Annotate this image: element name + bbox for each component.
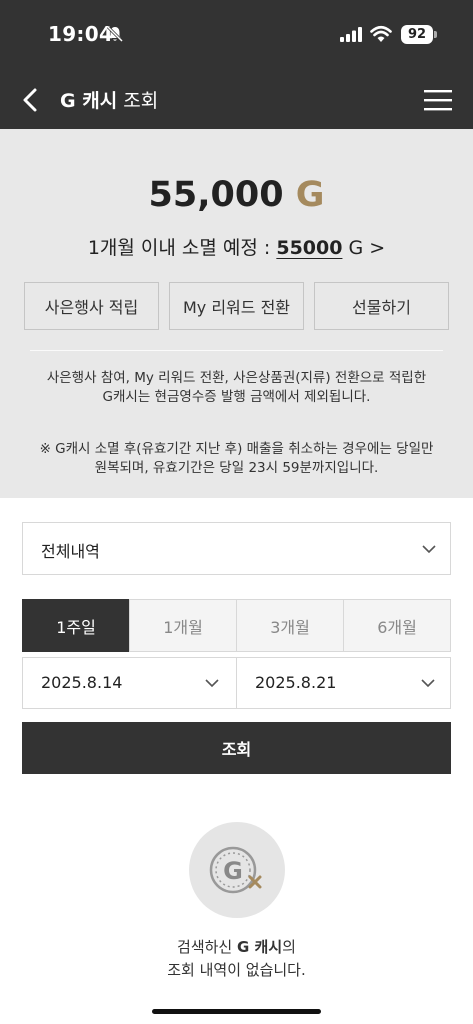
page-title-rest: 조회 [117,90,159,112]
search-button[interactable]: 조회 [22,722,451,774]
empty-line1-brand: G 캐시 [237,938,283,956]
svg-text:G: G [223,857,243,885]
wifi-icon [370,25,392,42]
expiry-notice: ※ G캐시 소멸 후(유효기간 지난 후) 매출을 취소하는 경우에는 당일만 … [39,441,434,476]
balance-amount: 55,000 [148,175,284,215]
period-tab-1week[interactable]: 1주일 [22,599,130,652]
period-tab-1month[interactable]: 1개월 [129,599,237,652]
status-bar: 19:04 92 [0,0,473,70]
empty-line1-suffix: 의 [282,938,296,956]
history-type-value: 전체내역 [41,542,100,561]
period-tab-3months[interactable]: 3개월 [236,599,344,652]
event-earn-button[interactable]: 사은행사 적립 [24,282,159,330]
balance-unit: G [295,175,325,215]
status-time: 19:04 [48,22,114,46]
empty-line2: 조회 내역이 없습니다. [167,961,306,979]
divider [30,350,443,351]
history-type-select[interactable]: 전체내역 [22,522,451,575]
start-date-select[interactable]: 2025.8.14 [22,657,237,709]
page-title-brand: G 캐시 [60,90,118,112]
hamburger-menu-icon[interactable] [424,89,452,111]
battery-tip [434,31,437,38]
start-date-value: 2025.8.14 [41,673,123,692]
end-date-select[interactable]: 2025.8.21 [236,657,451,709]
expire-value: 55000 [276,237,343,259]
end-date-value: 2025.8.21 [255,673,337,692]
receipt-notice: 사은행사 참여, My 리워드 전환, 사은상품권(지류) 전환으로 적립한 G… [46,370,427,405]
expire-suffix: G > [342,237,386,259]
signal-icon [340,27,362,42]
gcash-coin-x-icon: G [209,846,262,894]
chevron-down-icon [422,545,436,554]
empty-line1-prefix: 검색하신 [177,938,237,956]
empty-message: 검색하신 G 캐시의 조회 내역이 없습니다. [0,936,473,982]
nav-bar: G 캐시 조회 [0,70,473,129]
chevron-down-icon [421,679,435,688]
my-reward-convert-button[interactable]: My 리워드 전환 [169,282,304,330]
gcash-empty-icon: G [189,822,285,918]
gcash-summary: 55,000 G 1개월 이내 소멸 예정 : 55000 G > 사은행사 적… [0,129,473,498]
gift-button[interactable]: 선물하기 [314,282,449,330]
back-arrow-icon[interactable] [20,87,42,113]
page-title: G 캐시 조회 [60,86,158,113]
gcash-balance: 55,000 G [0,175,473,215]
battery-indicator: 92 [401,25,433,44]
chevron-down-icon [205,679,219,688]
expire-prefix: 1개월 이내 소멸 예정 : [87,237,277,259]
home-indicator [152,1009,321,1014]
period-tab-6months[interactable]: 6개월 [343,599,451,652]
bell-muted-icon [106,25,124,43]
expiring-soon-link[interactable]: 1개월 이내 소멸 예정 : 55000 G > [0,233,473,260]
